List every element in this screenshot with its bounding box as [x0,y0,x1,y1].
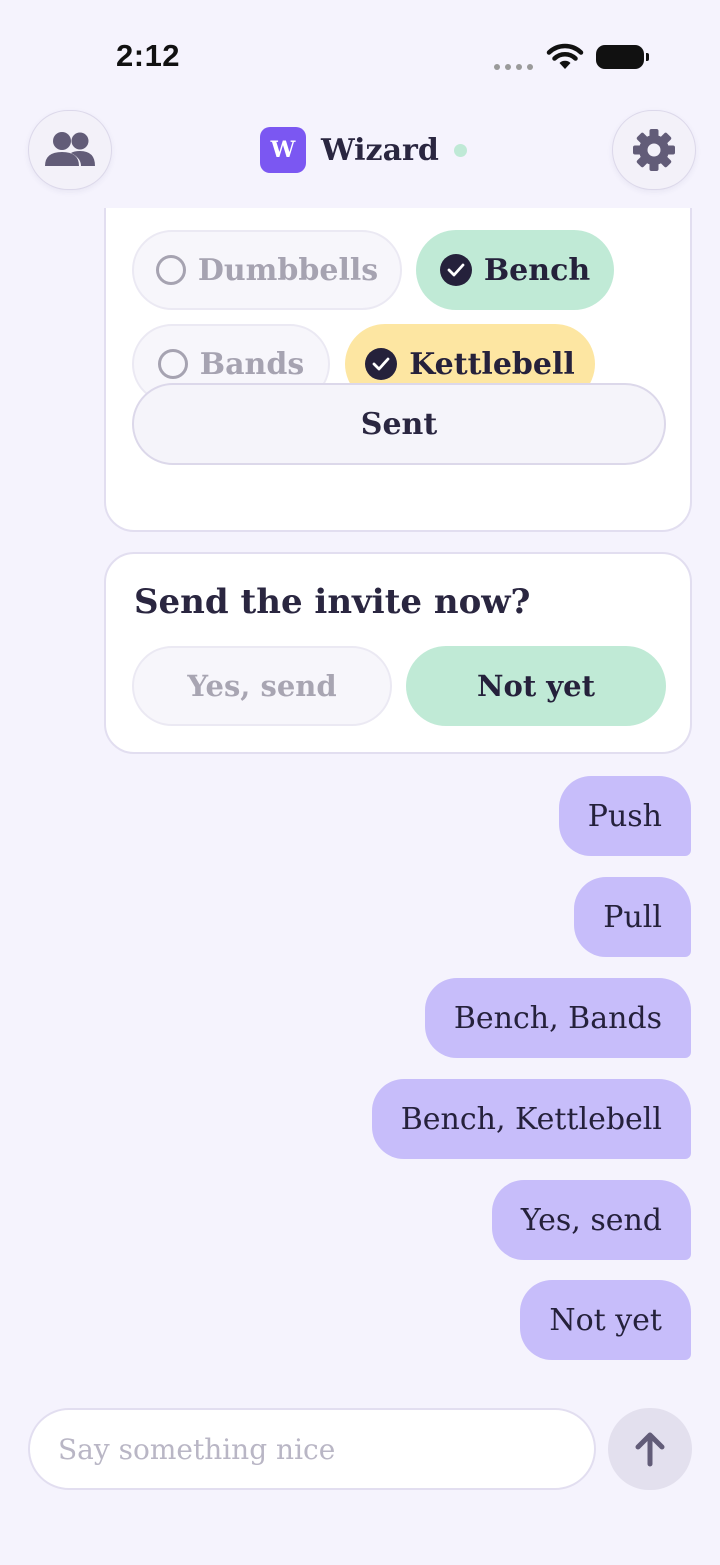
option-label: Dumbbells [197,252,379,288]
message-composer [28,1408,596,1490]
option-label: Bench [483,252,591,288]
wifi-icon [546,43,584,69]
sent-button[interactable]: Sent [132,383,666,465]
send-button[interactable] [608,1408,692,1490]
brand-title: W Wizard [260,127,467,173]
battery-icon [596,45,649,69]
status-time: 2:12 [116,38,181,73]
user-message: Not yet [520,1280,691,1360]
user-message: Yes, send [491,1180,691,1260]
signal-dots-icon [494,64,534,70]
invite-card: Send the invite now? Yes, send Not yet [104,552,692,754]
message-input[interactable] [30,1410,594,1488]
option-label: Bands [199,346,305,382]
checkmark-icon [365,348,398,380]
radio-unchecked-icon [155,255,186,285]
option-label: Kettlebell [409,346,575,382]
option-dumbbells[interactable]: Dumbbells [132,230,402,310]
arrow-up-icon [635,1432,665,1467]
invite-question: Send the invite now? [134,582,531,622]
yes-send-button[interactable]: Yes, send [132,646,392,726]
user-message: Bench, Kettlebell [371,1079,691,1159]
user-message: Push [558,776,691,856]
option-bench[interactable]: Bench [416,230,614,310]
brand-logo: W [260,127,306,173]
contacts-button[interactable] [28,110,112,190]
settings-button[interactable] [612,110,696,190]
radio-unchecked-icon [157,349,188,379]
brand-name: Wizard [321,132,439,168]
user-message: Pull [574,877,691,957]
online-status-dot [453,143,467,157]
chat-screen: 2:12 W Wizard Dumbbells Bench Bands Kett… [0,0,720,1565]
gear-icon [633,129,675,171]
not-yet-button[interactable]: Not yet [406,646,666,726]
chat-thread[interactable]: Dumbbells Bench Bands Kettlebell Sent Se… [0,208,720,1398]
equipment-card: Dumbbells Bench Bands Kettlebell Sent [104,208,692,532]
user-message: Bench, Bands [424,978,691,1058]
checkmark-icon [439,254,472,286]
people-icon [45,132,95,166]
